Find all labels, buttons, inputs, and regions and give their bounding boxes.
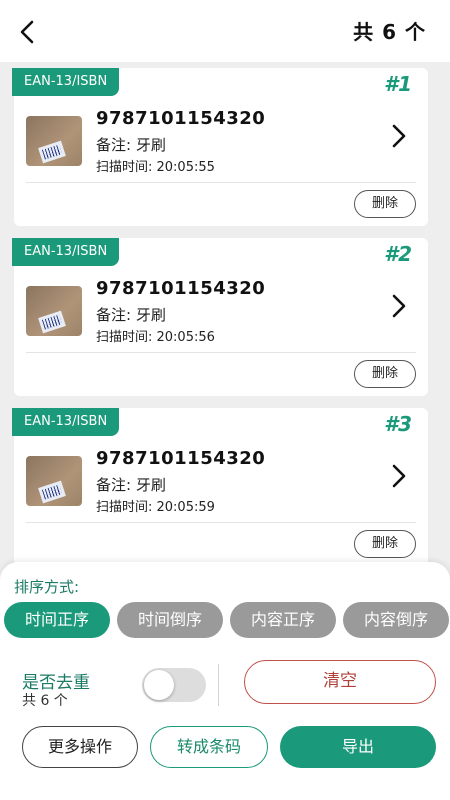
scan-item-card[interactable]: EAN-13/ISBN #3 9787101154320 备注: 牙刷 扫描时间… [12, 408, 428, 566]
scan-thumbnail [26, 286, 82, 336]
dedupe-count: 共 6 个 [22, 693, 68, 709]
total-count: 共 6 个 [353, 20, 426, 44]
delete-button[interactable]: 删除 [354, 530, 416, 558]
barcode-type-tag: EAN-13/ISBN [12, 408, 120, 436]
barcode-type-tag: EAN-13/ISBN [12, 238, 120, 266]
sort-content-desc-button[interactable]: 内容倒序 [343, 602, 449, 638]
chevron-right-icon[interactable] [388, 122, 410, 150]
divider [26, 522, 416, 523]
item-index: #3 [384, 412, 412, 436]
clear-button[interactable]: 清空 [244, 660, 436, 704]
chevron-right-icon[interactable] [388, 462, 410, 490]
item-index: #1 [384, 72, 412, 96]
sort-options: 时间正序 时间倒序 内容正序 内容倒序 [4, 602, 450, 638]
item-index: #2 [384, 242, 412, 266]
note-text: 备注: 牙刷 [96, 476, 166, 494]
scan-item-card[interactable]: EAN-13/ISBN #1 9787101154320 备注: 牙刷 扫描时间… [12, 68, 428, 226]
action-panel: 排序方式: 时间正序 时间倒序 内容正序 内容倒序 是否去重 共 6 个 清空 … [0, 562, 450, 800]
chevron-right-icon[interactable] [388, 292, 410, 320]
divider [26, 182, 416, 183]
scan-thumbnail [26, 116, 82, 166]
dedupe-toggle[interactable] [142, 668, 206, 702]
delete-button[interactable]: 删除 [354, 360, 416, 388]
toggle-knob [144, 670, 174, 700]
note-text: 备注: 牙刷 [96, 136, 166, 154]
more-actions-button[interactable]: 更多操作 [22, 726, 138, 768]
divider [26, 352, 416, 353]
chevron-left-icon [20, 20, 34, 44]
divider [218, 664, 219, 706]
barcode-value: 9787101154320 [96, 448, 266, 469]
sort-time-desc-button[interactable]: 时间倒序 [117, 602, 223, 638]
back-button[interactable] [14, 18, 42, 46]
sort-time-asc-button[interactable]: 时间正序 [4, 602, 110, 638]
scan-time: 扫描时间: 20:05:56 [96, 330, 215, 345]
convert-barcode-button[interactable]: 转成条码 [150, 726, 268, 768]
scan-item-card[interactable]: EAN-13/ISBN #2 9787101154320 备注: 牙刷 扫描时间… [12, 238, 428, 396]
barcode-value: 9787101154320 [96, 278, 266, 299]
delete-button[interactable]: 删除 [354, 190, 416, 218]
sort-title: 排序方式: [14, 578, 80, 596]
note-text: 备注: 牙刷 [96, 306, 166, 324]
top-bar: 共 6 个 [0, 0, 450, 62]
export-button[interactable]: 导出 [280, 726, 436, 768]
scan-time: 扫描时间: 20:05:55 [96, 160, 215, 175]
scan-time: 扫描时间: 20:05:59 [96, 500, 215, 515]
scan-thumbnail [26, 456, 82, 506]
barcode-type-tag: EAN-13/ISBN [12, 68, 120, 96]
sort-content-asc-button[interactable]: 内容正序 [230, 602, 336, 638]
barcode-value: 9787101154320 [96, 108, 266, 129]
